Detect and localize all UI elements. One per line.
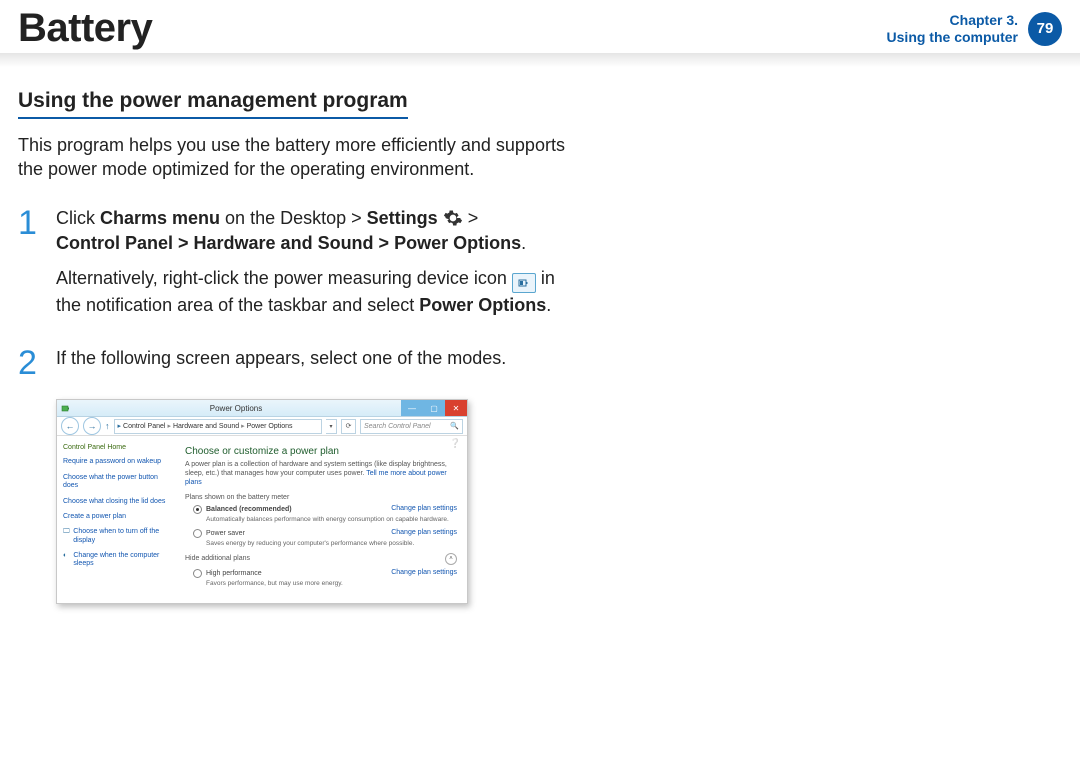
sidebar-home[interactable]: Control Panel Home [63, 444, 173, 451]
plan-label: High performance [206, 570, 262, 577]
maximize-button[interactable]: ▢ [423, 400, 445, 416]
change-settings-link[interactable]: Change plan settings [391, 569, 457, 576]
text: on the Desktop > [220, 208, 367, 228]
plan-label: Power saver [206, 530, 245, 537]
sidebar-link[interactable]: Change when the computer sleeps [73, 552, 173, 569]
sidebar-link[interactable]: Choose what the power button does [63, 474, 173, 491]
power-options-label: Power Options [419, 295, 546, 315]
chevron-up-icon: ˄ [445, 553, 457, 565]
path-label: Control Panel > Hardware and Sound > Pow… [56, 233, 521, 253]
plan-high-performance: High performance Change plan settings Fa… [193, 569, 457, 587]
crumb[interactable]: Hardware and Sound [173, 423, 239, 430]
charms-menu-label: Charms menu [100, 208, 220, 228]
text: Click [56, 208, 100, 228]
change-settings-link[interactable]: Change plan settings [391, 505, 457, 512]
refresh-button[interactable]: ⟳ [341, 419, 356, 434]
text: > [468, 208, 479, 228]
breadcrumb[interactable]: ▸ Control Panel▸ Hardware and Sound▸ Pow… [114, 419, 323, 434]
crumb[interactable]: Power Options [247, 423, 293, 430]
text: . [521, 233, 526, 253]
breadcrumb-dropdown[interactable]: ▾ [326, 419, 337, 434]
sleep-icon: ◐ [63, 552, 70, 559]
battery-window-icon [61, 403, 71, 413]
window-buttons: — ▢ ✕ [401, 400, 467, 416]
step-body: Click Charms menu on the Desktop > Setti… [56, 206, 578, 329]
panel-desc: A power plan is a collection of hardware… [185, 461, 457, 487]
section-heading: Using the power management program [18, 89, 408, 119]
step1-line2: Alternatively, right-click the power mea… [56, 266, 578, 318]
settings-label: Settings [367, 208, 438, 228]
radio-unselected[interactable] [193, 529, 202, 538]
sidebar-link[interactable]: Choose what closing the lid does [63, 498, 173, 506]
search-placeholder: Search Control Panel [364, 423, 431, 430]
hide-plans-label: Hide additional plans [185, 555, 250, 562]
forward-button[interactable]: → [83, 417, 101, 435]
help-icon[interactable]: ❔ [450, 438, 461, 449]
close-button[interactable]: ✕ [445, 400, 467, 416]
document-page: Battery Chapter 3. Using the computer 79… [0, 0, 1080, 766]
up-icon[interactable]: ↑ [105, 421, 110, 431]
page-header: Battery Chapter 3. Using the computer 79 [18, 0, 1062, 65]
sidebar-link[interactable]: Choose when to turn off the display [73, 528, 173, 545]
step-number: 1 [18, 206, 40, 329]
window-titlebar: Power Options — ▢ ✕ [57, 400, 467, 417]
plan-balanced: Balanced (recommended) Change plan setti… [193, 505, 457, 523]
step-1: 1 Click Charms menu on the Desktop > Set… [18, 206, 578, 329]
radio-unselected[interactable] [193, 569, 202, 578]
panel-heading: Choose or customize a power plan [185, 446, 457, 457]
plan-desc: Automatically balances performance with … [206, 516, 457, 523]
text: Alternatively, right-click the power mea… [56, 268, 512, 288]
step1-line1: Click Charms menu on the Desktop > Setti… [56, 206, 578, 256]
search-icon: 🔍 [450, 422, 459, 430]
step2-text: If the following screen appears, select … [56, 346, 506, 371]
chapter-lines: Chapter 3. Using the computer [887, 12, 1018, 44]
hide-plans-row[interactable]: Hide additional plans ˄ [185, 553, 457, 565]
step-2: 2 If the following screen appears, selec… [18, 346, 578, 381]
page-number-badge: 79 [1028, 12, 1062, 46]
sidebar-link[interactable]: Create a power plan [63, 513, 173, 521]
back-button[interactable]: ← [61, 417, 79, 435]
step-number: 2 [18, 346, 40, 381]
radio-selected[interactable] [193, 505, 202, 514]
minimize-button[interactable]: — [401, 400, 423, 416]
page-title: Battery [18, 6, 152, 51]
plan-label: Balanced (recommended) [206, 506, 292, 513]
sidebar: Control Panel Home Require a password on… [57, 436, 179, 602]
search-input[interactable]: Search Control Panel 🔍 [360, 419, 463, 434]
sidebar-link[interactable]: Require a password on wakeup [63, 458, 173, 466]
display-icon: 🖵 [63, 528, 70, 536]
chapter-section: Using the computer [887, 29, 1018, 45]
plan-desc: Saves energy by reducing your computer's… [206, 540, 457, 547]
main-panel: ❔ Choose or customize a power plan A pow… [179, 436, 467, 602]
window-body: Control Panel Home Require a password on… [57, 436, 467, 602]
gear-icon [443, 208, 463, 228]
change-settings-link[interactable]: Change plan settings [391, 529, 457, 536]
titlebar-icon-area [61, 403, 71, 413]
plan-desc: Favors performance, but may use more ene… [206, 580, 457, 587]
section-intro: This program helps you use the battery m… [18, 133, 578, 182]
crumb[interactable]: Control Panel [123, 423, 165, 430]
address-bar: ← → ↑ ▸ Control Panel▸ Hardware and Soun… [57, 417, 467, 436]
text: . [546, 295, 551, 315]
chapter-meta: Chapter 3. Using the computer 79 [887, 12, 1062, 46]
battery-tray-icon [512, 273, 536, 293]
chapter-number: Chapter 3. [887, 12, 1018, 28]
home-icon: ▸ [118, 422, 122, 430]
step-body: If the following screen appears, select … [56, 346, 506, 381]
plan-power-saver: Power saver Change plan settings Saves e… [193, 529, 457, 547]
power-options-screenshot: Power Options — ▢ ✕ ← → ↑ ▸ Control Pane… [56, 399, 468, 603]
plans-header: Plans shown on the battery meter [185, 494, 457, 501]
content-column: Using the power management program This … [18, 65, 578, 604]
window-title: Power Options [71, 404, 401, 413]
